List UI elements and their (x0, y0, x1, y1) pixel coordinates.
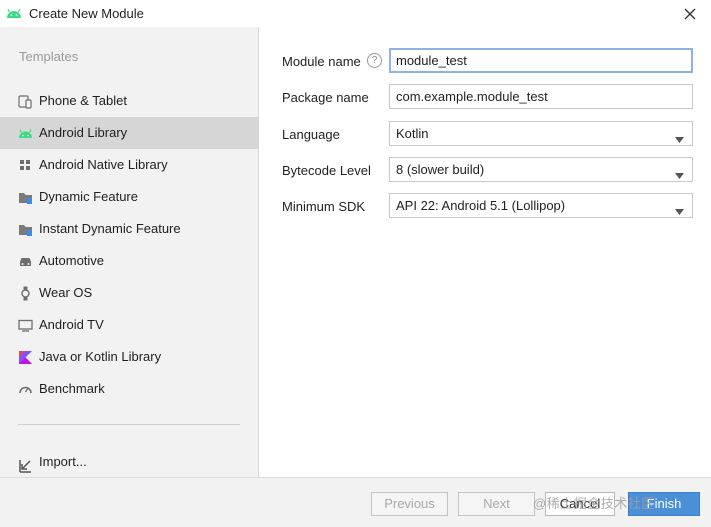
template-item-label: Android TV (39, 317, 104, 332)
template-item-label: Wear OS (39, 285, 93, 300)
gauge-icon (18, 382, 33, 397)
bytecode-level-row: Bytecode Level 8 (slower build) (260, 157, 711, 183)
template-item-dynamic-feature[interactable]: Dynamic Feature (0, 181, 258, 213)
template-item-label: Android Native Library (39, 157, 168, 172)
template-item-wear-os[interactable]: Wear OS (0, 277, 258, 309)
android-icon (18, 126, 33, 141)
package-name-row: Package name (260, 84, 711, 110)
watch-icon (18, 286, 33, 301)
package-name-input[interactable] (389, 84, 693, 109)
language-value: Kotlin (396, 126, 429, 141)
template-item-label: Instant Dynamic Feature (39, 221, 181, 236)
sidebar-divider (18, 424, 240, 425)
template-item-phone-tablet[interactable]: Phone & Tablet (0, 85, 258, 117)
template-list: Phone & Tablet Android Library Android N… (0, 85, 258, 405)
create-new-module-dialog: Create New Module Templates Phone & Tabl… (0, 0, 711, 527)
template-item-android-library[interactable]: Android Library (0, 117, 258, 149)
android-icon (6, 6, 22, 20)
template-item-automotive[interactable]: Automotive (0, 245, 258, 277)
bytecode-level-select[interactable]: 8 (slower build) (389, 157, 693, 182)
templates-heading: Templates (19, 49, 79, 64)
template-item-label: Phone & Tablet (39, 93, 127, 108)
previous-button[interactable]: Previous (371, 492, 448, 516)
car-icon (18, 254, 33, 269)
cancel-button[interactable]: Cancel (545, 492, 615, 516)
template-item-label: Dynamic Feature (39, 189, 138, 204)
template-item-android-native-library[interactable]: Android Native Library (0, 149, 258, 181)
import-icon (18, 455, 33, 473)
import-item[interactable]: Import... (0, 447, 258, 477)
language-select[interactable]: Kotlin (389, 121, 693, 146)
bytecode-level-label: Bytecode Level (282, 163, 371, 178)
template-item-label: Android Library (39, 125, 128, 140)
import-label: Import... (39, 454, 87, 469)
tv-icon (18, 318, 33, 333)
minimum-sdk-label: Minimum SDK (282, 199, 366, 214)
module-name-label: Module name (282, 54, 361, 69)
minimum-sdk-value: API 22: Android 5.1 (Lollipop) (396, 198, 566, 213)
templates-sidebar: Templates Phone & Tablet Android Library… (0, 27, 259, 477)
minimum-sdk-row: Minimum SDK API 22: Android 5.1 (Lollipo… (260, 193, 711, 219)
window-title: Create New Module (29, 6, 144, 21)
template-item-benchmark[interactable]: Benchmark (0, 373, 258, 405)
language-row: Language Kotlin (260, 121, 711, 147)
title-bar: Create New Module (0, 0, 711, 27)
folder-icon (18, 190, 33, 205)
module-form: Module name ? Package name Language Kotl… (260, 27, 711, 477)
next-button[interactable]: Next (458, 492, 535, 516)
bytecode-level-value: 8 (slower build) (396, 162, 485, 177)
package-name-label: Package name (282, 90, 369, 105)
module-name-row: Module name ? (260, 48, 711, 74)
template-item-label: Automotive (39, 253, 105, 268)
finish-button[interactable]: Finish (628, 492, 700, 516)
folder-icon (18, 222, 33, 237)
kotlin-icon (18, 350, 33, 365)
chevron-down-icon (675, 203, 684, 215)
native-library-icon (18, 158, 33, 173)
template-item-instant-dynamic-feature[interactable]: Instant Dynamic Feature (0, 213, 258, 245)
close-icon[interactable] (680, 4, 700, 24)
phone-tablet-icon (18, 94, 33, 109)
template-item-java-kotlin-library[interactable]: Java or Kotlin Library (0, 341, 258, 373)
chevron-down-icon (675, 131, 684, 143)
module-name-input[interactable] (389, 48, 693, 73)
language-label: Language (282, 127, 340, 142)
template-item-label: Benchmark (39, 381, 105, 396)
minimum-sdk-select[interactable]: API 22: Android 5.1 (Lollipop) (389, 193, 693, 218)
template-item-android-tv[interactable]: Android TV (0, 309, 258, 341)
help-icon[interactable]: ? (367, 53, 382, 68)
button-bar: Previous Next Cancel Finish @稀土掘金技术社区 (0, 477, 711, 527)
chevron-down-icon (675, 167, 684, 179)
template-item-label: Java or Kotlin Library (39, 349, 162, 364)
